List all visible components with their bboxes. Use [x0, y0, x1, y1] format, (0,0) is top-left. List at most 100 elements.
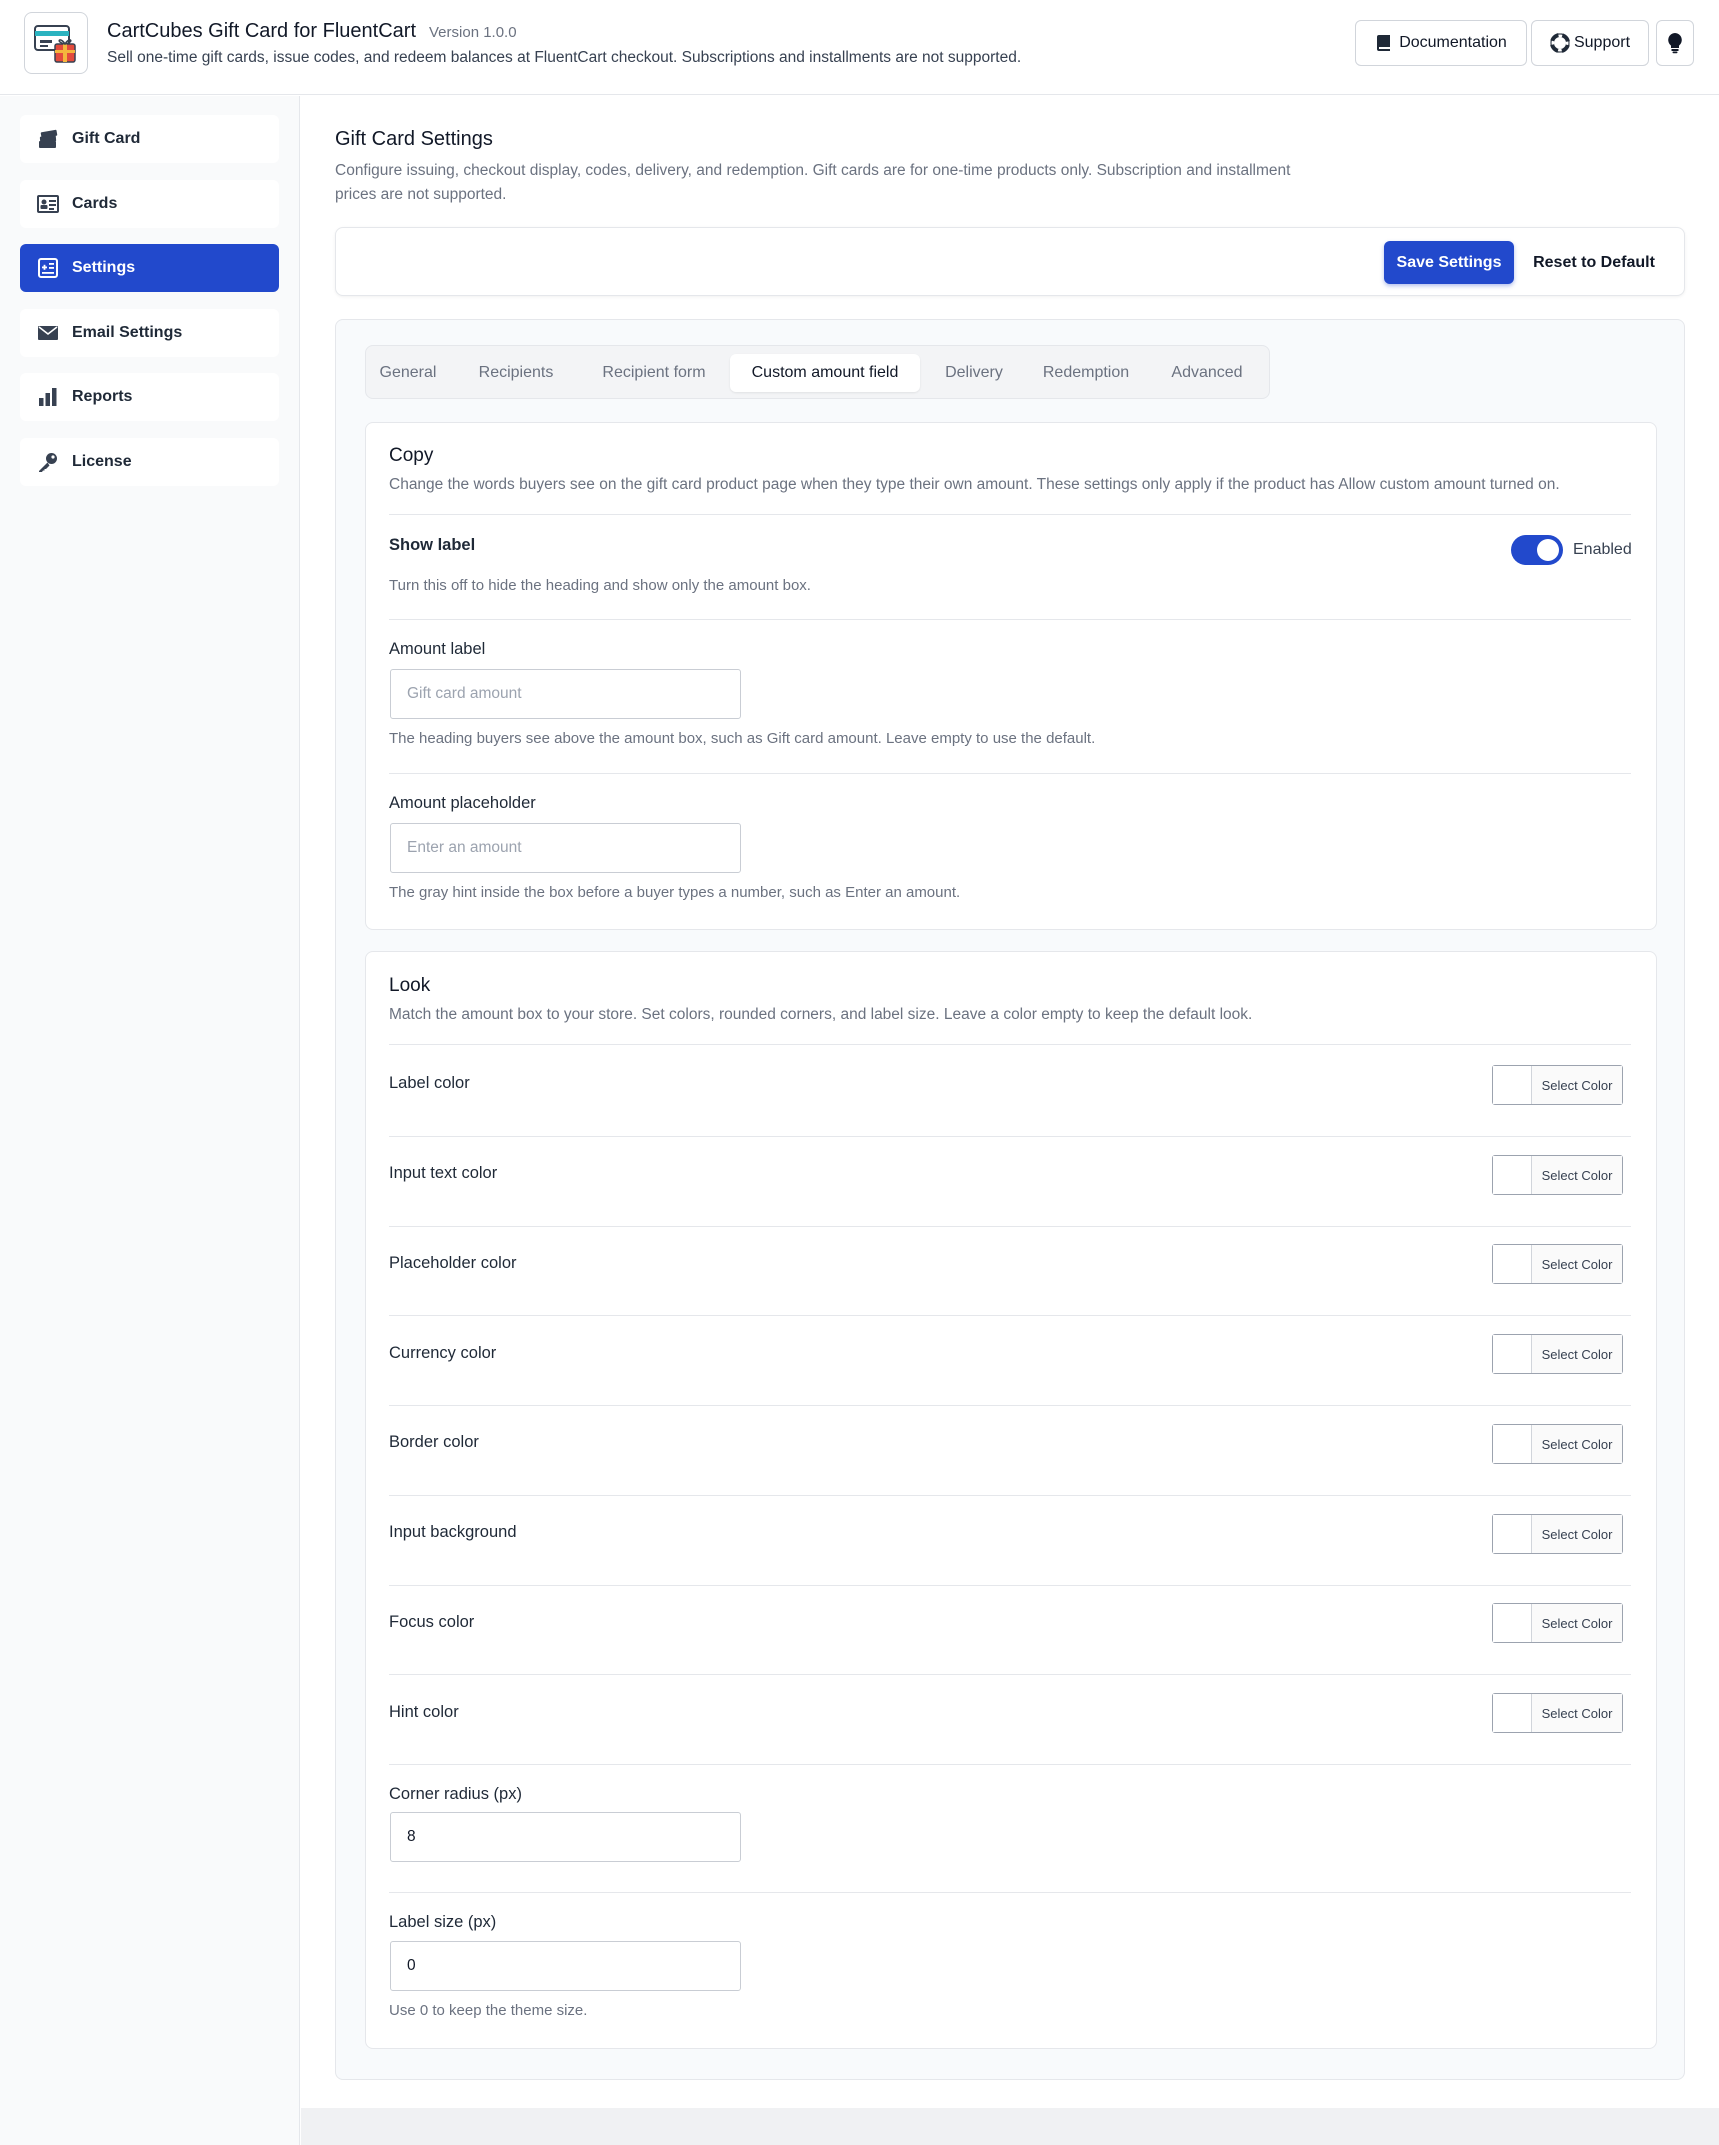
select-color-label: Select Color — [1532, 1335, 1622, 1373]
sidebar-item-label: License — [72, 453, 132, 470]
color-swatch — [1493, 1066, 1532, 1104]
support-button[interactable]: Support — [1531, 20, 1649, 66]
show-label-toggle[interactable] — [1511, 535, 1563, 565]
show-label-help: Turn this off to hide the heading and sh… — [389, 577, 811, 594]
select-color-label: Select Color — [1532, 1245, 1622, 1283]
documentation-label: Documentation — [1399, 34, 1507, 51]
lifebuoy-icon — [1549, 33, 1570, 53]
color-swatch — [1493, 1604, 1532, 1642]
divider — [389, 773, 1631, 774]
idea-bulb-button[interactable] — [1656, 20, 1694, 66]
id-card-icon — [36, 192, 60, 216]
tab-custom-amount-field[interactable]: Custom amount field — [730, 354, 920, 392]
copy-section-description: Change the words buyers see on the gift … — [389, 476, 1560, 493]
sidebar-item-cards[interactable]: Cards — [20, 180, 279, 228]
border-color-picker[interactable]: Select Color — [1492, 1424, 1623, 1464]
tab-advanced[interactable]: Advanced — [1165, 354, 1249, 392]
label-color-label: Label color — [389, 1074, 470, 1092]
show-label-state: Enabled — [1573, 541, 1632, 558]
divider — [389, 1044, 1631, 1045]
app-logo-icon — [24, 12, 88, 74]
placeholder-color-label: Placeholder color — [389, 1254, 517, 1272]
page-description: Configure issuing, checkout display, cod… — [335, 162, 1291, 203]
divider — [389, 1764, 1631, 1765]
hint-color-label: Hint color — [389, 1703, 459, 1721]
sidebar-item-label: Cards — [72, 195, 118, 212]
divider — [389, 1136, 1631, 1137]
input-text-color-picker[interactable]: Select Color — [1492, 1155, 1623, 1195]
input-background-label: Input background — [389, 1523, 517, 1541]
copy-section-title: Copy — [389, 445, 434, 466]
divider — [389, 1674, 1631, 1675]
divider — [389, 514, 1631, 515]
tab-general[interactable]: General — [374, 354, 442, 392]
sidebar-item-gift-card[interactable]: Gift Card — [20, 115, 279, 163]
border-color-label: Border color — [389, 1433, 479, 1451]
label-size-help: Use 0 to keep the theme size. — [389, 2002, 588, 2019]
sidebar-item-license[interactable]: License — [20, 438, 279, 486]
tab-recipients[interactable]: Recipients — [476, 354, 556, 392]
sidebar-item-label: Settings — [72, 259, 136, 276]
select-color-label: Select Color — [1532, 1604, 1622, 1642]
label-size-label: Label size (px) — [389, 1913, 497, 1931]
settings-plus-icon — [36, 256, 60, 280]
color-swatch — [1493, 1245, 1532, 1283]
hint-color-picker[interactable]: Select Color — [1492, 1693, 1623, 1733]
app-version: Version 1.0.0 — [429, 24, 517, 41]
tab-delivery[interactable]: Delivery — [936, 354, 1012, 392]
page-footer-area — [301, 2108, 1719, 2145]
divider — [389, 1315, 1631, 1316]
color-swatch — [1493, 1335, 1532, 1373]
divider — [389, 1495, 1631, 1496]
color-swatch — [1493, 1515, 1532, 1553]
corner-radius-input[interactable] — [390, 1812, 741, 1862]
page-title: Gift Card Settings — [335, 128, 493, 150]
app-description: Sell one-time gift cards, issue codes, a… — [107, 49, 1022, 66]
placeholder-color-picker[interactable]: Select Color — [1492, 1244, 1623, 1284]
select-color-label: Select Color — [1532, 1515, 1622, 1553]
tab-recipient-form[interactable]: Recipient form — [594, 354, 714, 392]
select-color-label: Select Color — [1532, 1066, 1622, 1104]
key-icon — [36, 450, 60, 474]
toggle-knob — [1537, 539, 1559, 561]
divider — [389, 1226, 1631, 1227]
divider — [389, 619, 1631, 620]
color-swatch — [1493, 1156, 1532, 1194]
look-section-title: Look — [389, 975, 431, 996]
amount-label-help: The heading buyers see above the amount … — [389, 730, 1096, 747]
sidebar-item-label: Reports — [72, 388, 133, 405]
amount-placeholder-label: Amount placeholder — [389, 794, 536, 812]
input-text-color-label: Input text color — [389, 1164, 498, 1182]
app-title: CartCubes Gift Card for FluentCart — [107, 20, 416, 42]
select-color-label: Select Color — [1532, 1694, 1622, 1732]
amount-label-label: Amount label — [389, 640, 486, 658]
sidebar-item-label: Email Settings — [72, 324, 183, 341]
input-background-picker[interactable]: Select Color — [1492, 1514, 1623, 1554]
save-settings-button[interactable]: Save Settings — [1384, 241, 1514, 284]
currency-color-picker[interactable]: Select Color — [1492, 1334, 1623, 1374]
show-label-label: Show label — [389, 536, 476, 554]
sidebar-item-settings[interactable]: Settings — [20, 244, 279, 292]
settings-tabs: General Recipients Recipient form Custom… — [365, 345, 1270, 399]
currency-color-label: Currency color — [389, 1344, 497, 1362]
sidebar-item-label: Gift Card — [72, 130, 141, 147]
sidebar-item-email-settings[interactable]: Email Settings — [20, 309, 279, 357]
top-header: CartCubes Gift Card for FluentCart Versi… — [0, 0, 1719, 95]
label-size-input[interactable] — [390, 1941, 741, 1991]
lightbulb-icon — [1667, 32, 1683, 54]
divider — [389, 1892, 1631, 1893]
amount-placeholder-input[interactable] — [390, 823, 741, 873]
sidebar-item-reports[interactable]: Reports — [20, 373, 279, 421]
bar-chart-icon — [36, 385, 60, 409]
support-label: Support — [1573, 34, 1631, 51]
label-color-picker[interactable]: Select Color — [1492, 1065, 1623, 1105]
look-section-description: Match the amount box to your store. Set … — [389, 1006, 1253, 1023]
envelope-icon — [36, 321, 60, 345]
focus-color-picker[interactable]: Select Color — [1492, 1603, 1623, 1643]
reset-to-default-button[interactable]: Reset to Default — [1522, 241, 1666, 284]
amount-label-input[interactable] — [390, 669, 741, 719]
corner-radius-label: Corner radius (px) — [389, 1785, 522, 1803]
amount-placeholder-help: The gray hint inside the box before a bu… — [389, 884, 961, 901]
documentation-button[interactable]: Documentation — [1355, 20, 1527, 66]
tab-redemption[interactable]: Redemption — [1036, 354, 1136, 392]
